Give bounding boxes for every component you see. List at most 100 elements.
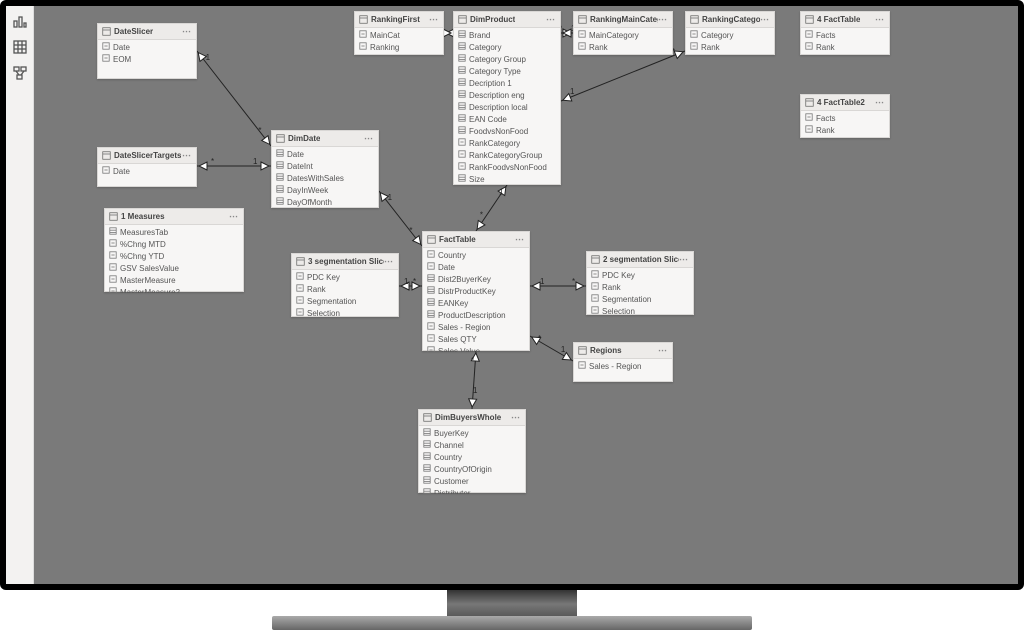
- field-row[interactable]: Size: [454, 173, 560, 185]
- field-row[interactable]: Selection: [587, 305, 693, 316]
- field-row[interactable]: Category: [686, 29, 774, 41]
- table-card-Seg2[interactable]: 2 segmentation Slice...⋯PDC KeyRankSegme…: [586, 251, 694, 315]
- table-card-FactTable42[interactable]: 4 FactTable2⋯FactsRank: [800, 94, 890, 138]
- table-card-DimDate[interactable]: DimDate⋯DateDateIntDatesWithSalesDayInWe…: [271, 130, 379, 208]
- field-row[interactable]: %Chng YTD: [105, 250, 243, 262]
- table-menu-button[interactable]: ⋯: [429, 14, 439, 25]
- table-header[interactable]: RankingCategory⋯: [686, 12, 774, 28]
- field-row[interactable]: Description eng: [454, 89, 560, 101]
- field-row[interactable]: Category Group: [454, 53, 560, 65]
- table-menu-button[interactable]: ⋯: [875, 14, 885, 25]
- field-row[interactable]: MeasuresTab: [105, 226, 243, 238]
- table-card-Measures[interactable]: 1 Measures⋯MeasuresTab%Chng MTD%Chng YTD…: [104, 208, 244, 292]
- table-header[interactable]: 1 Measures⋯: [105, 209, 243, 225]
- field-row[interactable]: Date: [98, 41, 196, 53]
- field-row[interactable]: Facts: [801, 29, 889, 41]
- field-row[interactable]: EAN Code: [454, 113, 560, 125]
- field-row[interactable]: ProductDescription: [423, 309, 529, 321]
- table-header[interactable]: 3 segmentation Slice...⋯: [292, 254, 398, 270]
- table-card-FactTable4[interactable]: 4 FactTable⋯FactsRank: [800, 11, 890, 55]
- field-row[interactable]: Sales - Region: [574, 360, 672, 372]
- field-row[interactable]: GSV SalesValue: [105, 262, 243, 274]
- field-row[interactable]: Sales Value: [423, 345, 529, 352]
- table-header[interactable]: DimProduct⋯: [454, 12, 560, 28]
- field-row[interactable]: Channel: [419, 439, 525, 451]
- table-card-RankingMainCategory[interactable]: RankingMainCategory⋯MainCategoryRank: [573, 11, 673, 55]
- field-row[interactable]: Date: [98, 165, 196, 177]
- table-card-Regions[interactable]: Regions⋯Sales - Region: [573, 342, 673, 382]
- field-row[interactable]: Description local: [454, 101, 560, 113]
- model-canvas[interactable]: 1**1*1*1*11*1**1*11*1* DateSlicer⋯DateEO…: [34, 6, 1018, 584]
- field-row[interactable]: Brand: [454, 29, 560, 41]
- table-header[interactable]: DimBuyersWhole⋯: [419, 410, 525, 426]
- table-card-DateSlicerTargets[interactable]: DateSlicerTargets⋯Date: [97, 147, 197, 187]
- field-row[interactable]: RankCategory: [454, 137, 560, 149]
- table-header[interactable]: DimDate⋯: [272, 131, 378, 147]
- table-card-DimBuyersWhole[interactable]: DimBuyersWhole⋯BuyerKeyChannelCountryCou…: [418, 409, 526, 493]
- field-row[interactable]: Category Type: [454, 65, 560, 77]
- table-header[interactable]: Regions⋯: [574, 343, 672, 359]
- table-card-DimProduct[interactable]: DimProduct⋯BrandCategoryCategory GroupCa…: [453, 11, 561, 185]
- table-card-RankingCategory[interactable]: RankingCategory⋯CategoryRank: [685, 11, 775, 55]
- field-row[interactable]: Rank: [574, 41, 672, 53]
- field-row[interactable]: Ranking: [355, 41, 443, 53]
- field-row[interactable]: DayOfMonth: [272, 196, 378, 208]
- field-row[interactable]: DatesWithSales: [272, 172, 378, 184]
- field-row[interactable]: FoodvsNonFood: [454, 125, 560, 137]
- field-row[interactable]: Rank: [292, 283, 398, 295]
- table-menu-button[interactable]: ⋯: [658, 14, 668, 25]
- field-row[interactable]: Sales - Region: [423, 321, 529, 333]
- field-row[interactable]: Segmentation: [292, 295, 398, 307]
- field-row[interactable]: EANKey: [423, 297, 529, 309]
- field-row[interactable]: DayInWeek: [272, 184, 378, 196]
- field-row[interactable]: Rank: [801, 41, 889, 53]
- table-card-Seg3[interactable]: 3 segmentation Slice...⋯PDC KeyRankSegme…: [291, 253, 399, 317]
- field-row[interactable]: CountryOfOrigin: [419, 463, 525, 475]
- table-menu-button[interactable]: ⋯: [658, 345, 668, 356]
- field-row[interactable]: PDC Key: [292, 271, 398, 283]
- table-menu-button[interactable]: ⋯: [182, 150, 192, 161]
- field-row[interactable]: Facts: [801, 112, 889, 124]
- table-header[interactable]: 4 FactTable⋯: [801, 12, 889, 28]
- field-row[interactable]: Rank: [686, 41, 774, 53]
- field-row[interactable]: BuyerKey: [419, 427, 525, 439]
- field-row[interactable]: Customer: [419, 475, 525, 487]
- table-menu-button[interactable]: ⋯: [679, 254, 689, 265]
- data-view-button[interactable]: [11, 38, 29, 56]
- table-menu-button[interactable]: ⋯: [364, 133, 374, 144]
- field-row[interactable]: Sales QTY: [423, 333, 529, 345]
- field-row[interactable]: DateInt: [272, 160, 378, 172]
- field-row[interactable]: DistrProductKey: [423, 285, 529, 297]
- field-row[interactable]: Rank: [801, 124, 889, 136]
- field-row[interactable]: Rank: [587, 281, 693, 293]
- field-row[interactable]: RankCategoryGroup: [454, 149, 560, 161]
- field-row[interactable]: Date: [272, 148, 378, 160]
- field-row[interactable]: Segmentation: [587, 293, 693, 305]
- field-row[interactable]: Date: [423, 261, 529, 273]
- table-header[interactable]: RankingFirst⋯: [355, 12, 443, 28]
- table-menu-button[interactable]: ⋯: [384, 256, 394, 267]
- table-card-FactTable[interactable]: FactTable⋯CountryDateDist2BuyerKeyDistrP…: [422, 231, 530, 351]
- field-row[interactable]: MainCategory: [574, 29, 672, 41]
- field-row[interactable]: Distributor: [419, 487, 525, 494]
- table-header[interactable]: DateSlicer⋯: [98, 24, 196, 40]
- model-view-button[interactable]: [11, 64, 29, 82]
- field-row[interactable]: %Chng MTD: [105, 238, 243, 250]
- table-menu-button[interactable]: ⋯: [182, 26, 192, 37]
- report-view-button[interactable]: [11, 12, 29, 30]
- table-header[interactable]: 2 segmentation Slice...⋯: [587, 252, 693, 268]
- field-row[interactable]: MasterMeasure2: [105, 286, 243, 293]
- field-row[interactable]: MainCat: [355, 29, 443, 41]
- table-header[interactable]: 4 FactTable2⋯: [801, 95, 889, 111]
- field-row[interactable]: Country: [423, 249, 529, 261]
- table-menu-button[interactable]: ⋯: [546, 14, 556, 25]
- table-header[interactable]: RankingMainCategory⋯: [574, 12, 672, 28]
- field-row[interactable]: DayOfWeekName: [272, 208, 378, 209]
- field-row[interactable]: EOM: [98, 53, 196, 65]
- field-row[interactable]: Selection: [292, 307, 398, 318]
- table-card-DateSlicer[interactable]: DateSlicer⋯DateEOM: [97, 23, 197, 79]
- table-menu-button[interactable]: ⋯: [875, 97, 885, 108]
- table-header[interactable]: FactTable⋯: [423, 232, 529, 248]
- field-row[interactable]: PDC Key: [587, 269, 693, 281]
- field-row[interactable]: Dist2BuyerKey: [423, 273, 529, 285]
